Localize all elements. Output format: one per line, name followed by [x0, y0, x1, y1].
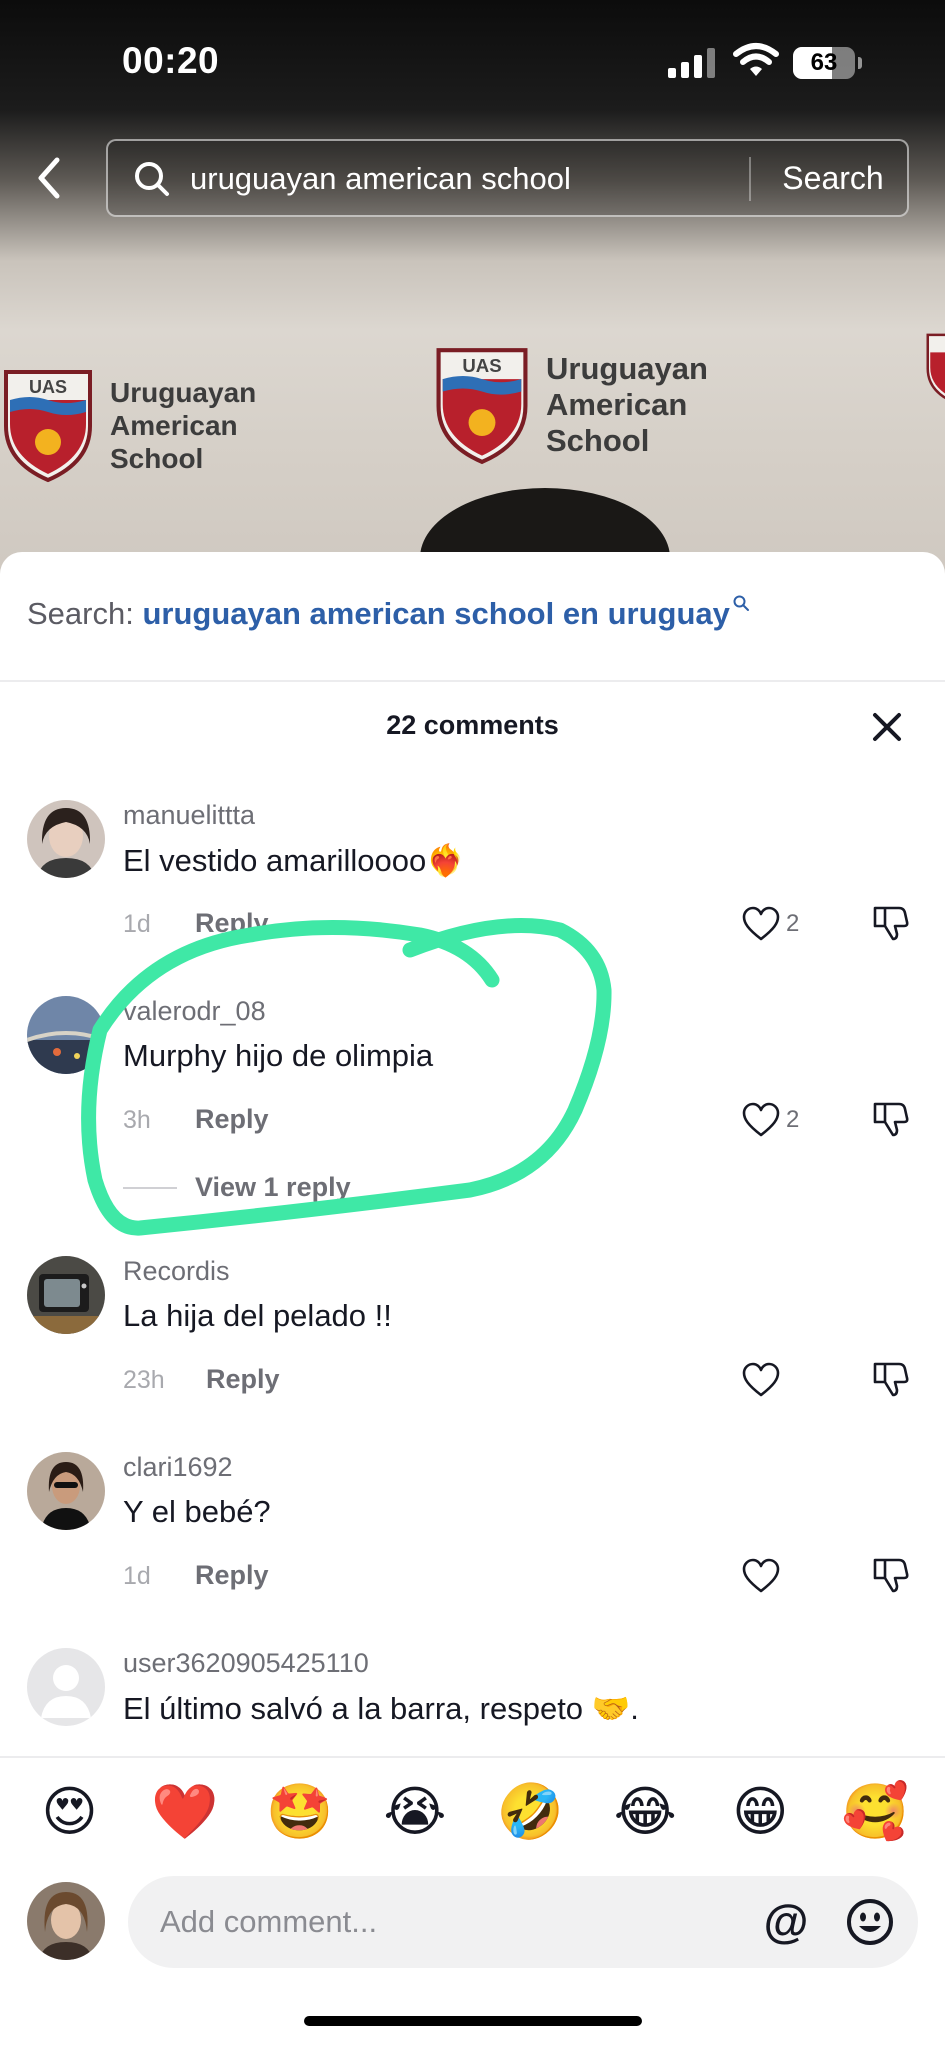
comment-item: user3620905425110 El último salvó a la b…	[0, 1646, 945, 1746]
comment-username[interactable]: valerodr_08	[123, 996, 266, 1027]
emoji-button[interactable]: 🥰	[840, 1777, 910, 1847]
emoji-button[interactable]: 🤣	[495, 1777, 565, 1847]
comment-item: Recordis La hija del pelado !! 23h Reply	[0, 1254, 945, 1450]
reply-button[interactable]: Reply	[195, 908, 269, 939]
comment-username[interactable]: user3620905425110	[123, 1648, 369, 1679]
search-suggestion[interactable]: Search: uruguayan american school en uru…	[27, 595, 750, 632]
comment-text: El último salvó a la barra, respeto 🤝.	[123, 1691, 639, 1726]
avatar[interactable]	[27, 800, 105, 878]
divider	[0, 680, 945, 682]
uas-logo-lettering: UAS	[29, 377, 67, 397]
thumbs-down-icon[interactable]	[869, 1098, 911, 1140]
avatar[interactable]	[27, 1648, 105, 1726]
status-time: 00:20	[122, 40, 220, 81]
banner-line: Uruguayan	[546, 351, 708, 386]
emoji-quick-bar: 😍 ❤️ 🤩 😭 🤣 😂 😁 🥰	[0, 1756, 945, 1866]
divider	[123, 1186, 177, 1189]
comment-input-box[interactable]: @	[128, 1876, 918, 1968]
emoji-button[interactable]: 😂	[610, 1777, 680, 1847]
back-button[interactable]	[26, 148, 72, 208]
emoji-button[interactable]: 😍	[35, 1777, 105, 1847]
mention-button[interactable]: @	[760, 1896, 812, 1948]
battery-percentage: 63	[810, 49, 838, 76]
comment-input[interactable]	[160, 1876, 720, 1968]
cellular-signal-icon	[668, 46, 720, 78]
banner-line: American	[110, 409, 238, 441]
reply-button[interactable]: Reply	[195, 1560, 269, 1591]
heart-icon	[742, 1102, 780, 1137]
comment-time: 1d	[123, 910, 151, 938]
emoji-button[interactable]: 😭	[380, 1777, 450, 1847]
comment-time: 1d	[123, 1562, 151, 1590]
view-replies-button[interactable]: View 1 reply	[123, 1172, 351, 1203]
like-count: 2	[786, 1106, 800, 1133]
default-avatar-icon	[27, 1648, 105, 1726]
emoji-button[interactable]: 🤩	[265, 1777, 335, 1847]
view-replies-label: View 1 reply	[195, 1172, 351, 1202]
heart-icon	[742, 1362, 780, 1397]
avatar[interactable]	[27, 1452, 105, 1530]
comment-text: Y el bebé?	[123, 1494, 271, 1529]
like-button[interactable]: 2	[742, 1098, 832, 1142]
search-icon	[135, 162, 169, 196]
comment-count: 22 comments	[386, 710, 559, 740]
emoji-button[interactable]: 😁	[725, 1777, 795, 1847]
avatar[interactable]	[27, 996, 105, 1074]
close-icon[interactable]	[868, 708, 906, 746]
wifi-icon	[733, 43, 779, 76]
comment-composer: @	[0, 1866, 945, 1968]
comment-list[interactable]: manuelittta El vestido amarilloooo❤️‍🔥 1…	[0, 798, 945, 1746]
reply-button[interactable]: Reply	[195, 1104, 269, 1135]
my-avatar[interactable]	[27, 1882, 105, 1960]
status-bar: 00:20 63	[0, 0, 945, 120]
search-suggestion-prefix: Search:	[27, 596, 134, 631]
comment-username[interactable]: clari1692	[123, 1452, 233, 1483]
thumbs-down-icon[interactable]	[869, 1358, 911, 1400]
banner-line: Uruguayan	[110, 376, 257, 408]
search-bar[interactable]: uruguayan american school Search	[106, 139, 909, 217]
uas-shield-logo-partial	[924, 318, 945, 418]
comment-time: 23h	[123, 1366, 165, 1394]
search-query-text[interactable]: uruguayan american school	[190, 161, 571, 197]
comment-time: 3h	[123, 1106, 151, 1134]
emoji-picker-icon[interactable]	[844, 1896, 896, 1948]
uas-banner-logo-left: UAS Uruguayan American School	[0, 366, 256, 484]
thumbs-down-icon[interactable]	[869, 1554, 911, 1596]
comment-item: clari1692 Y el bebé? 1d Reply	[0, 1450, 945, 1646]
comment-text: El vestido amarilloooo❤️‍🔥	[123, 843, 465, 878]
reply-button[interactable]: Reply	[206, 1364, 280, 1395]
comment-text: La hija del pelado !!	[123, 1298, 392, 1333]
comment-username[interactable]: Recordis	[123, 1256, 230, 1287]
like-count: 2	[786, 910, 800, 937]
chevron-left-icon	[38, 157, 60, 199]
emoji-button[interactable]: ❤️	[150, 1777, 220, 1847]
search-suggestion-link[interactable]: uruguayan american school en uruguay	[142, 596, 729, 631]
uas-banner-logo-center: UAS Uruguayan American School	[432, 344, 708, 466]
comment-text: Murphy hijo de olimpia	[123, 1038, 434, 1073]
search-divider	[749, 157, 751, 201]
like-button[interactable]	[742, 1358, 832, 1402]
banner-line: School	[546, 423, 650, 458]
uas-shield-logo: UAS	[0, 366, 96, 484]
thumbs-down-icon[interactable]	[869, 902, 911, 944]
uas-shield-logo: UAS	[432, 344, 532, 466]
comment-username[interactable]: manuelittta	[123, 800, 255, 831]
avatar[interactable]	[27, 1256, 105, 1334]
search-button[interactable]: Search	[768, 160, 898, 197]
comment-item: manuelittta El vestido amarilloooo❤️‍🔥 1…	[0, 798, 945, 994]
home-indicator	[304, 2016, 642, 2026]
search-icon	[733, 595, 749, 611]
heart-icon	[742, 1558, 780, 1593]
comment-item: valerodr_08 Murphy hijo de olimpia 3h Re…	[0, 994, 945, 1254]
heart-icon	[742, 906, 780, 941]
banner-line: American	[546, 387, 688, 422]
banner-line: School	[110, 442, 204, 474]
like-button[interactable]	[742, 1554, 832, 1598]
battery-tip	[858, 57, 862, 69]
uas-logo-lettering: UAS	[462, 355, 501, 376]
battery-icon: 63	[793, 47, 855, 79]
like-button[interactable]: 2	[742, 902, 832, 946]
